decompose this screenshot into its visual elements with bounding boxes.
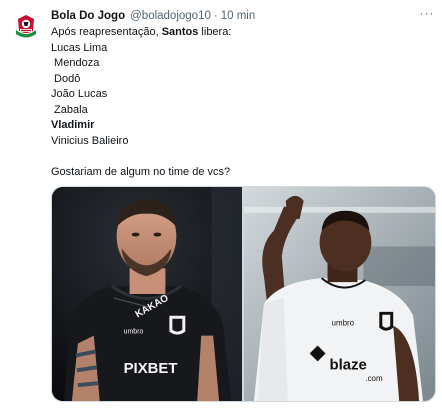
sponsor-text-right: blaze xyxy=(330,357,367,373)
author-handle[interactable]: @boladojogo10 xyxy=(130,8,211,24)
tweet-time[interactable]: 10 min xyxy=(221,8,256,24)
tweet-text-line: Zabala xyxy=(51,103,436,119)
sleeve-text-left: umbro xyxy=(124,329,144,336)
avatar[interactable] xyxy=(10,10,42,42)
text-segment: Gostariam de algum no time de vcs? xyxy=(51,165,231,178)
tweet-media[interactable]: KAKAO umbro PIXBET umbro blaze .com xyxy=(51,186,436,402)
text-segment: Vinicius Balieiro xyxy=(51,134,129,147)
tweet-header: Bola Do Jogo @boladojogo10 · 10 min xyxy=(51,8,436,24)
tweet-text-line: Após reapresentação, Santos libera: xyxy=(51,25,436,41)
tweet-text: Após reapresentação, Santos libera: Lucas… xyxy=(51,25,436,180)
player-right-image: umbro blaze .com xyxy=(244,187,435,401)
club-logo-icon xyxy=(10,10,42,42)
tweet-text-line: Lucas Lima xyxy=(51,41,436,57)
text-segment: Após reapresentação, xyxy=(51,26,162,38)
bold-text: Vladimir xyxy=(51,119,95,131)
tweet-text-line: Mendoza xyxy=(51,56,436,72)
photo-player-right[interactable]: umbro blaze .com xyxy=(244,187,435,401)
tweet-text-line: Gostariam de algum no time de vcs? xyxy=(51,165,436,181)
tweet-text-line: Vinicius Balieiro xyxy=(51,134,436,150)
text-segment: Mendoza xyxy=(51,57,100,69)
text-segment: Zabala xyxy=(51,103,88,116)
photo-player-left[interactable]: KAKAO umbro PIXBET xyxy=(52,187,242,401)
tweet-text-line: Dodô xyxy=(51,72,436,88)
player-left-image: KAKAO umbro PIXBET xyxy=(52,187,242,401)
text-segment: João Lucas xyxy=(51,88,108,100)
separator-dot: · xyxy=(213,10,218,22)
tweet-text-spacer xyxy=(51,149,436,165)
author-name[interactable]: Bola Do Jogo xyxy=(51,8,125,24)
tweet-text-line: Vladimir xyxy=(51,118,436,134)
sponsor-text-left: PIXBET xyxy=(124,361,178,377)
tweet-text-line: João Lucas xyxy=(51,87,436,103)
more-options-icon[interactable]: ··· xyxy=(418,7,436,22)
tweet-content: Bola Do Jogo @boladojogo10 · 10 min ··· … xyxy=(51,7,436,180)
sponsor-suffix-right: .com xyxy=(365,374,383,383)
chest-text-right: umbro xyxy=(332,319,355,328)
text-segment: Dodô xyxy=(51,72,81,85)
tweet[interactable]: Bola Do Jogo @boladojogo10 · 10 min ··· … xyxy=(0,0,442,408)
text-segment: Lucas Lima xyxy=(51,41,108,54)
text-segment: libera: xyxy=(198,26,232,38)
bold-text: Santos xyxy=(161,26,199,38)
